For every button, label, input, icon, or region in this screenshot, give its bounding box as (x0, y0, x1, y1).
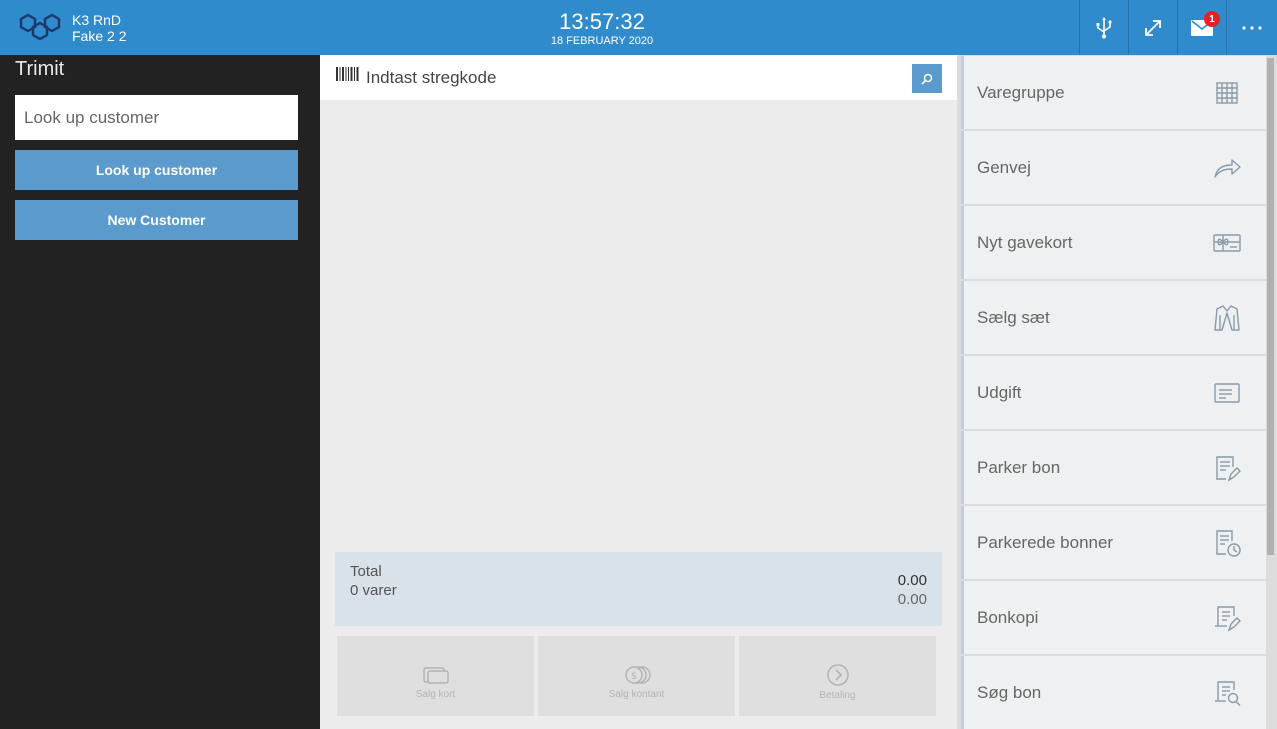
store-info: K3 RnD Fake 2 2 (72, 12, 126, 44)
sale-area: Total 0 varer 0.00 0.00 Salg kort $ Salg… (320, 55, 957, 729)
new-customer-button[interactable]: New Customer (15, 200, 298, 240)
mail-count-badge: 1 (1204, 11, 1220, 27)
function-item-bonkopi[interactable]: Bonkopi (961, 581, 1266, 654)
clock-date: 18 FEBRUARY 2020 (550, 35, 654, 47)
barcode-input[interactable] (366, 64, 906, 92)
jacket-icon (1214, 305, 1240, 331)
function-item-parkerede-bonner[interactable]: Parkerede bonner (961, 506, 1266, 579)
share-arrow-icon (1214, 159, 1241, 178)
cash-sale-label: Salg kontant (608, 688, 665, 700)
function-item-saelg-saet[interactable]: Sælg sæt (961, 281, 1266, 354)
svg-text:$: $ (630, 671, 636, 682)
barcode-icon (336, 67, 359, 81)
function-label: Nyt gavekort (977, 233, 1073, 252)
search-receipt-icon (1215, 681, 1241, 706)
function-label: Udgift (977, 383, 1022, 402)
expand-icon (1145, 19, 1161, 36)
items-count: 0 varer (350, 582, 397, 599)
function-label: Parker bon (977, 458, 1061, 477)
function-item-soeg-bon[interactable]: Søg bon (961, 656, 1266, 729)
gift-card-icon (1213, 234, 1241, 252)
function-panel: Varegruppe Genvej Nyt gavekort Sælg sæt … (957, 55, 1277, 729)
card-icon (422, 666, 449, 684)
totals-box: Total 0 varer 0.00 0.00 (335, 552, 942, 626)
usb-icon (1096, 16, 1112, 38)
messages-button[interactable]: 1 (1177, 0, 1226, 55)
total-amount: 0.00 (897, 572, 927, 589)
grid-icon (1216, 82, 1238, 104)
function-label: Genvej (977, 158, 1031, 177)
more-dots-icon (1242, 25, 1262, 30)
function-item-varegruppe[interactable]: Varegruppe (961, 56, 1266, 129)
totals-values: 0.00 0.00 (898, 571, 927, 609)
arrow-right-circle-icon (826, 663, 849, 686)
top-bar: K3 RnD Fake 2 2 13:57:32 18 FEBRUARY 202… (0, 0, 1277, 55)
barcode-bar (320, 55, 957, 100)
total-label: Total (350, 563, 382, 580)
search-icon (921, 73, 933, 85)
total-sub-amount: 0.00 (897, 591, 927, 608)
company-logo-icon (19, 13, 61, 41)
park-receipt-icon (1216, 456, 1241, 482)
fullscreen-button[interactable] (1128, 0, 1177, 55)
parked-receipts-clock-icon (1216, 530, 1241, 557)
function-item-genvej[interactable]: Genvej (961, 131, 1266, 204)
more-menu-button[interactable] (1226, 0, 1277, 55)
function-label: Søg bon (977, 683, 1042, 702)
clock-time: 13:57:32 (559, 9, 645, 34)
payment-button[interactable]: Betaling (739, 636, 936, 716)
company-name: K3 RnD (72, 12, 122, 28)
payment-label: Betaling (819, 689, 856, 701)
usb-button[interactable] (1079, 0, 1128, 55)
customer-search-input[interactable] (15, 95, 298, 140)
function-label: Bonkopi (977, 608, 1039, 627)
clock: 13:57:32 18 FEBRUARY 2020 (502, 10, 702, 48)
function-item-udgift[interactable]: Udgift (961, 356, 1266, 429)
function-label: Parkerede bonner (977, 533, 1114, 552)
barcode-search-button[interactable] (912, 64, 942, 93)
customer-panel: Trimit Look up customer New Customer (0, 55, 320, 729)
lookup-customer-button[interactable]: Look up customer (15, 150, 298, 190)
function-label: Varegruppe (977, 83, 1065, 102)
totals-labels: Total 0 varer (350, 562, 397, 600)
function-item-parker-bon[interactable]: Parker bon (961, 431, 1266, 504)
function-item-nyt-gavekort[interactable]: Nyt gavekort (961, 206, 1266, 279)
card-sale-label: Salg kort (415, 688, 456, 700)
receipt-list-icon (1214, 383, 1240, 403)
cash-icon: $ (624, 665, 651, 684)
card-sale-button[interactable]: Salg kort (337, 636, 534, 716)
panel-title: Trimit (15, 58, 65, 80)
function-panel-scrollbar[interactable] (1267, 58, 1274, 555)
store-name: Fake 2 2 (72, 28, 127, 44)
receipt-copy-icon (1215, 606, 1241, 632)
function-label: Sælg sæt (977, 308, 1050, 327)
cash-sale-button[interactable]: $ Salg kontant (538, 636, 735, 716)
